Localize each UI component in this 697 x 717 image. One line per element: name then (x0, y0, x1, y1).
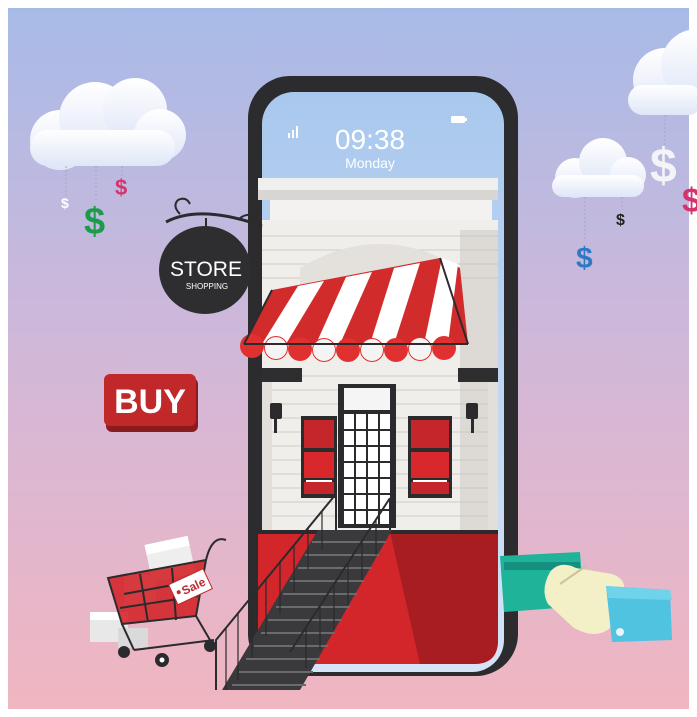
dollar-icon: $ (115, 175, 127, 200)
clock-time: 09:38 (335, 124, 405, 155)
buy-badge-label: BUY (114, 383, 186, 421)
buy-badge: BUY (104, 374, 198, 432)
cart-wheel (204, 640, 216, 652)
cart-wheel (118, 646, 130, 658)
dollar-icon: $ (616, 212, 625, 229)
store-phone-illustration: $ $ $ $ $ $ $ 09:38 Monday STORE SHOPPIN… (0, 0, 697, 717)
store-window-left (301, 416, 337, 498)
store-sign-subtitle: SHOPPING (186, 282, 228, 291)
store-sign-title: STORE (170, 258, 242, 281)
dollar-icon: $ (650, 140, 677, 193)
store-window-right (408, 416, 452, 498)
battery-icon (451, 116, 467, 123)
dollar-icon: $ (84, 201, 105, 243)
store-door (338, 384, 396, 528)
dollar-icon: $ (61, 195, 69, 211)
dollar-icon: $ (682, 182, 697, 220)
dollar-icon: $ (576, 242, 593, 275)
clock-day: Monday (345, 155, 395, 171)
